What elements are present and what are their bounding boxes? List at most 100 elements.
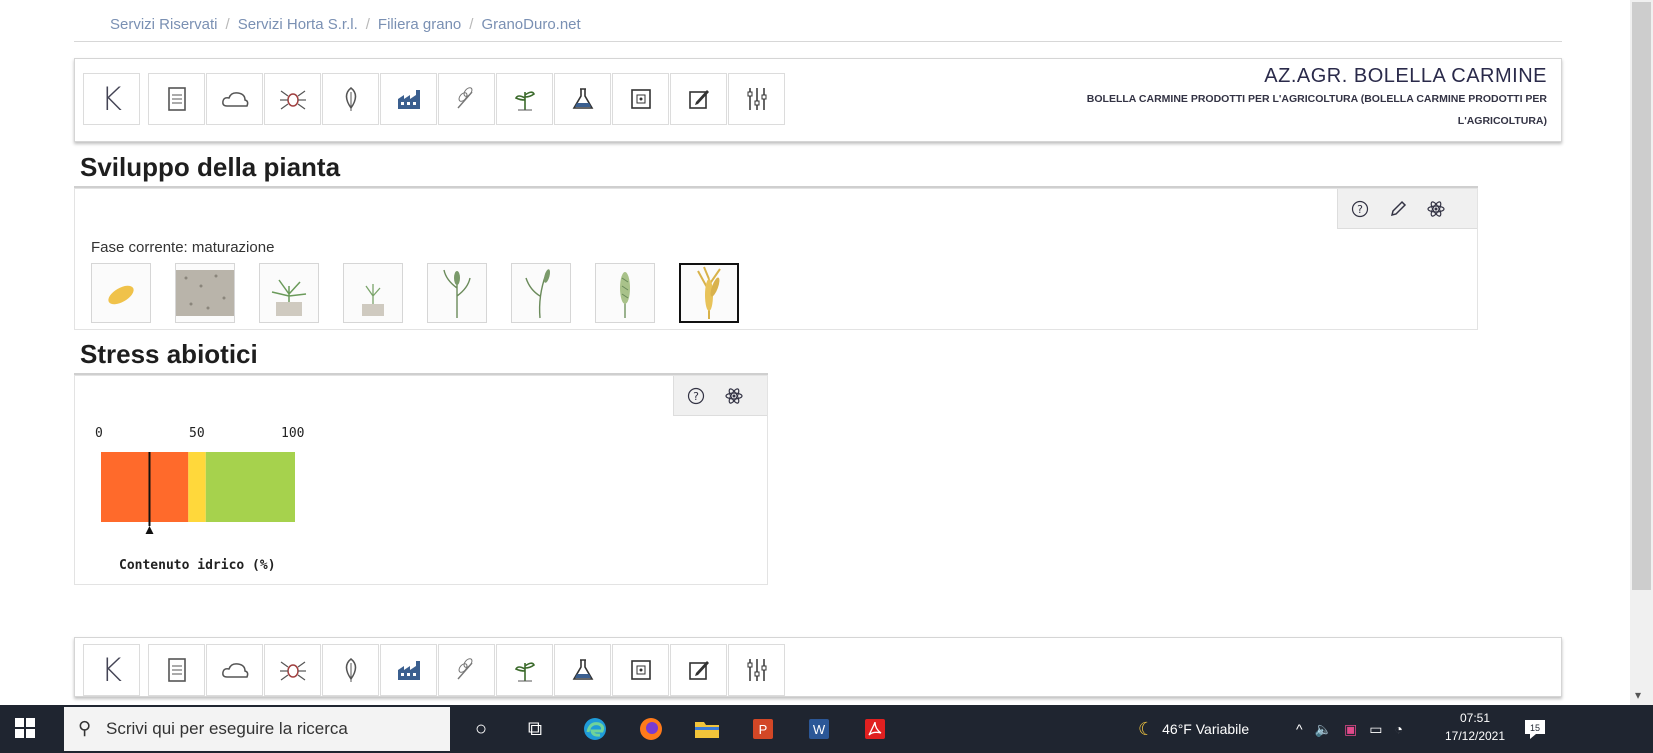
scroll-down-arrow[interactable]: ▾ (1635, 688, 1641, 702)
leaf-icon (345, 658, 356, 682)
acrobat-app[interactable] (858, 713, 892, 745)
breadcrumb-item[interactable]: GranoDuro.net (481, 16, 580, 33)
weather-text: 46°F Variabile (1162, 721, 1250, 737)
config-button[interactable] (1424, 197, 1448, 221)
stem-icon (443, 269, 471, 318)
powerpoint-app[interactable]: P (746, 713, 780, 745)
wheat-button[interactable] (438, 73, 495, 125)
tool-strip: K (83, 644, 786, 696)
cortana-button[interactable]: ○ (464, 713, 498, 745)
factory-button[interactable] (380, 73, 437, 125)
breadcrumb-item[interactable]: Servizi Horta S.r.l. (238, 16, 358, 33)
notification-icon: 15 (1525, 720, 1545, 739)
settings-sliders-button[interactable] (728, 644, 785, 696)
stress-card: ? 0 50 100 Contenuto idrico (%) (74, 375, 768, 585)
app-tray-icon[interactable]: ▣ (1344, 721, 1357, 738)
tool-strip: K (83, 73, 786, 125)
taskbar-search[interactable]: ⚲ Scrivi qui per eseguire la ricerca (64, 707, 450, 751)
document-button[interactable] (148, 73, 205, 125)
plant-button[interactable] (496, 73, 553, 125)
search-placeholder: Scrivi qui per eseguire la ricerca (106, 719, 348, 738)
edit-icon (688, 661, 709, 680)
seed-icon (108, 285, 134, 305)
plant-button[interactable] (496, 644, 553, 696)
scrollbar-thumb[interactable] (1632, 2, 1651, 590)
stress-section-title: Stress abiotici (80, 339, 258, 369)
edit-button[interactable] (1386, 197, 1410, 221)
phase-soil[interactable] (175, 263, 235, 323)
sprout-icon (271, 279, 307, 316)
wheat-button[interactable] (438, 644, 495, 696)
home-k-button[interactable]: K (83, 73, 140, 125)
phase-seed[interactable] (91, 263, 151, 323)
phase-heading[interactable] (511, 263, 571, 323)
bug-icon (279, 90, 306, 110)
notification-center-button[interactable]: 15 (1518, 713, 1552, 745)
search-icon: ⚲ (78, 718, 92, 738)
chevron-up-icon[interactable]: ^ (1296, 721, 1303, 737)
phase-stem-elongation[interactable] (427, 263, 487, 323)
firefox-app[interactable] (634, 713, 668, 745)
battery-icon[interactable]: ▭ (1369, 721, 1382, 738)
notes-button[interactable] (670, 644, 727, 696)
lab-button[interactable] (554, 644, 611, 696)
breadcrumb-item[interactable]: Filiera grano (378, 16, 461, 33)
word-app[interactable]: W (802, 713, 836, 745)
file-explorer-app[interactable] (690, 713, 724, 745)
document-icon (167, 87, 186, 111)
factory-button[interactable] (380, 644, 437, 696)
settings-sliders-button[interactable] (728, 73, 785, 125)
cloud-icon (221, 663, 248, 678)
lab-button[interactable] (554, 73, 611, 125)
factory-icon (397, 661, 420, 680)
company-name: AZ.AGR. BOLELLA CARMINE (1264, 65, 1547, 87)
document-icon (167, 658, 186, 682)
phase-tillering[interactable] (343, 263, 403, 323)
flowering-icon (620, 272, 630, 318)
start-button[interactable] (14, 717, 38, 741)
weather-widget[interactable]: ☾ 46°F Variabile (1138, 705, 1249, 753)
notes-button[interactable] (670, 73, 727, 125)
top-toolbar: K AZ.AGR. BOLELLA CARMINE BOLELLA CARMIN… (74, 58, 1562, 142)
plant-icon (514, 91, 535, 111)
phase-flowering[interactable] (595, 263, 655, 323)
flask-icon (572, 659, 593, 680)
disease-button[interactable] (322, 73, 379, 125)
pencil-icon (1390, 200, 1407, 216)
pests-button[interactable] (264, 73, 321, 125)
phase-ripening[interactable] (679, 263, 739, 323)
map-icon (630, 89, 651, 109)
weather-button[interactable] (206, 644, 263, 696)
pests-button[interactable] (264, 644, 321, 696)
edge-app[interactable] (578, 713, 612, 745)
svg-text:P: P (759, 722, 768, 737)
clock-time: 07:51 (1459, 711, 1491, 725)
volume-icon[interactable]: 🔈 (1315, 721, 1332, 738)
task-view-button[interactable]: ⧉ (518, 713, 552, 745)
config-button[interactable] (722, 384, 746, 408)
taskbar: ⚲ Scrivi qui per eseguire la ricerca ○ ⧉… (0, 705, 1653, 753)
help-icon: ? (1351, 200, 1369, 217)
sliders-icon (747, 659, 766, 681)
factory-icon (397, 90, 420, 109)
breadcrumb-item[interactable]: Servizi Riservati (110, 16, 218, 33)
weather-button[interactable] (206, 73, 263, 125)
document-button[interactable] (148, 644, 205, 696)
help-button[interactable]: ? (1348, 197, 1372, 221)
network-icon[interactable]: ◔ (1394, 721, 1402, 737)
company-header: AZ.AGR. BOLELLA CARMINE BOLELLA CARMINE … (1077, 65, 1547, 132)
disease-button[interactable] (322, 644, 379, 696)
notification-count: 15 (1530, 723, 1540, 733)
map-button[interactable] (612, 73, 669, 125)
word-icon: W (809, 719, 829, 739)
help-icon: ? (687, 387, 705, 404)
gauge-band (188, 452, 206, 522)
wheat-icon (456, 87, 473, 109)
breadcrumb: Servizi Riservati / Servizi Horta S.r.l. /… (74, 8, 1562, 42)
map-button[interactable] (612, 644, 669, 696)
help-button[interactable]: ? (684, 384, 708, 408)
gauge-band (101, 452, 189, 522)
home-k-button[interactable]: K (83, 644, 140, 696)
phase-emergence[interactable] (259, 263, 319, 323)
clock[interactable]: 07:51 17/12/2021 (1440, 709, 1510, 745)
